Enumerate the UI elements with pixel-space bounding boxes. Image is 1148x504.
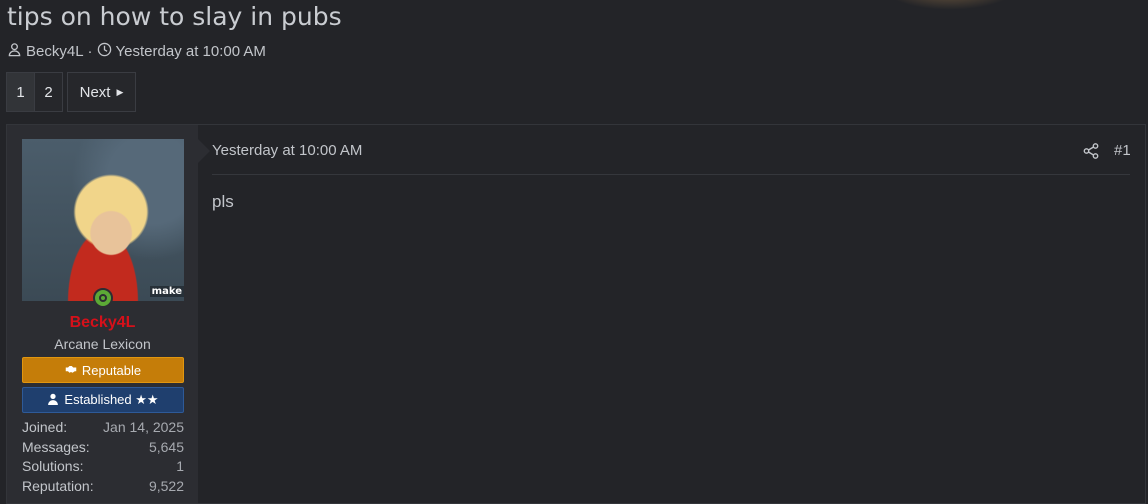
thread-title: tips on how to slay in pubs: [7, 2, 342, 31]
pagination: 1 2 Next ▶: [6, 72, 136, 112]
avatar[interactable]: make: [22, 139, 184, 301]
next-page-button[interactable]: Next ▶: [67, 72, 136, 112]
banner-label: Reputable: [81, 362, 142, 378]
user-icon: [47, 393, 64, 408]
share-icon[interactable]: [1082, 142, 1100, 160]
stat-messages: Messages: 5,645: [22, 438, 184, 458]
post-username[interactable]: Becky4L: [7, 314, 198, 332]
stat-label: Reputation:: [22, 477, 94, 494]
online-status-icon: [93, 288, 113, 308]
user-title: Arcane Lexicon: [54, 336, 151, 352]
banner-established: Established ★★: [22, 387, 184, 413]
thread-author[interactable]: Becky4L: [26, 43, 84, 60]
post: make Becky4L Arcane Lexicon Reputable Es…: [6, 124, 1146, 504]
user-icon: [7, 42, 26, 61]
stat-label: Messages:: [22, 438, 90, 455]
post-number-link[interactable]: #1: [1114, 142, 1131, 159]
stat-solutions: Solutions: 1: [22, 457, 184, 477]
handshake-icon: [65, 363, 82, 378]
user-stats: Joined: Jan 14, 2025 Messages: 5,645 Sol…: [22, 418, 184, 496]
stat-joined: Joined: Jan 14, 2025: [22, 418, 184, 438]
meta-separator: ·: [87, 42, 93, 60]
post-body: pls: [212, 192, 234, 211]
post-header-divider: [212, 174, 1130, 175]
page-1-button[interactable]: 1: [6, 72, 35, 112]
stat-value: Jan 14, 2025: [103, 419, 184, 435]
stat-label: Solutions:: [22, 458, 84, 474]
stat-label: Joined:: [22, 419, 68, 435]
thread-date[interactable]: Yesterday at 10:00 AM: [116, 43, 266, 60]
stat-reputation: Reputation: 9,522: [22, 477, 184, 497]
background-glow: [880, 0, 1020, 10]
post-arrow: [198, 139, 210, 163]
avatar-watermark: make: [149, 286, 184, 297]
clock-icon: [97, 42, 116, 61]
next-label: Next: [79, 83, 111, 101]
stat-value: 9,522: [148, 477, 184, 494]
caret-right-icon: ▶: [116, 86, 124, 97]
stat-value[interactable]: 5,645: [149, 438, 184, 458]
stat-value: 1: [176, 458, 184, 474]
thread-meta: Becky4L · Yesterday at 10:00 AM: [7, 41, 266, 61]
post-date[interactable]: Yesterday at 10:00 AM: [212, 142, 362, 159]
post-user-column: make Becky4L Arcane Lexicon Reputable Es…: [7, 125, 198, 503]
banner-reputable: Reputable: [22, 357, 184, 383]
banner-label: Established ★★: [64, 392, 159, 407]
page-2-button[interactable]: 2: [35, 72, 63, 112]
